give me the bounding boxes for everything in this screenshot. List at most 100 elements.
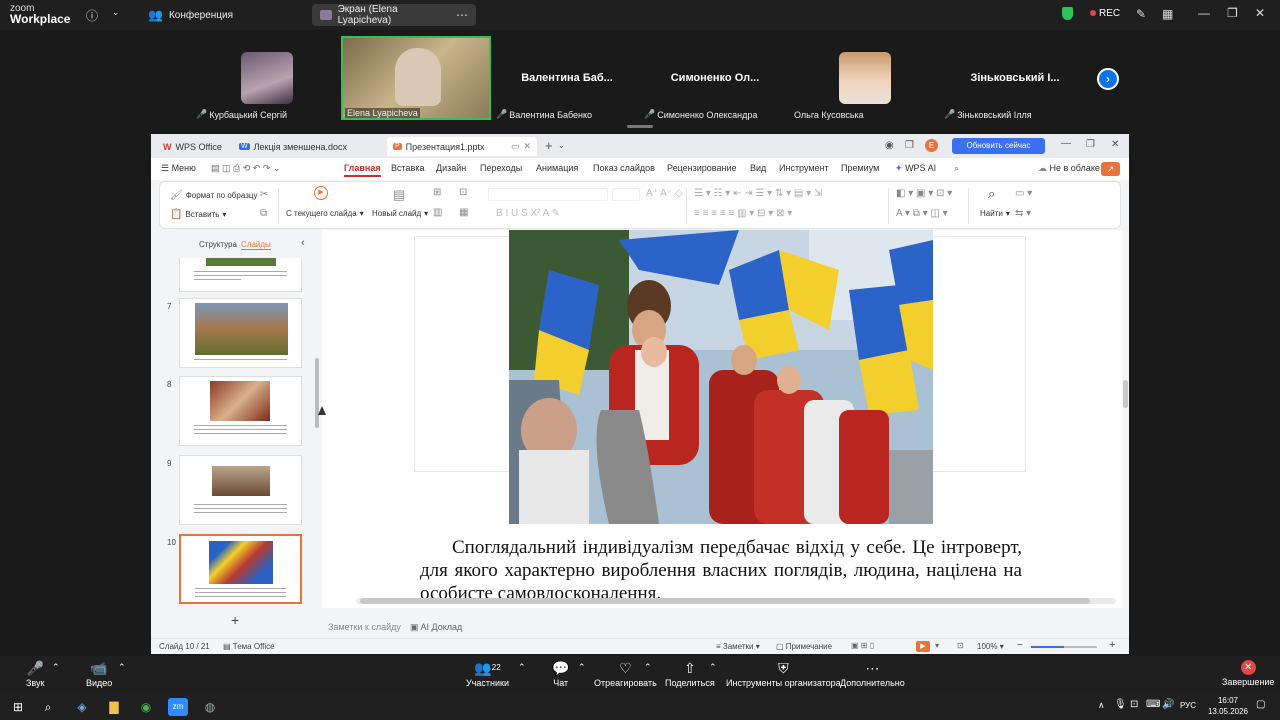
- menu-wps-ai[interactable]: ✦ WPS AI: [895, 163, 936, 174]
- host-tools-button[interactable]: ⛨ Инструменты организатора: [726, 660, 841, 688]
- notifications-icon[interactable]: ▢: [1256, 699, 1265, 710]
- view-icon[interactable]: ▦: [1162, 7, 1173, 21]
- tab-slides[interactable]: Слайды: [241, 240, 271, 250]
- video-button[interactable]: 📹 Видео: [86, 660, 112, 688]
- chrome-icon[interactable]: ◉: [136, 698, 156, 716]
- participants-button[interactable]: 👥22 Участники: [466, 660, 509, 688]
- shapes-icons[interactable]: ◧ ▾ ▣ ▾ ⊡ ▾: [896, 188, 952, 199]
- slide-thumbnail[interactable]: [179, 298, 302, 368]
- zoom-out-icon[interactable]: −: [1017, 640, 1023, 651]
- minimize-icon[interactable]: —: [1198, 6, 1210, 20]
- user-avatar[interactable]: E: [925, 139, 938, 152]
- menu-view[interactable]: Вид: [750, 163, 766, 173]
- tab-docx[interactable]: W Лекція зменшена.docx: [233, 137, 379, 156]
- zoom-level[interactable]: 100% ▾: [977, 642, 1004, 651]
- slide-photo[interactable]: [509, 230, 933, 524]
- text-format-icons[interactable]: B I U S X² A ✎: [496, 208, 560, 219]
- menu-animation[interactable]: Анимация: [536, 163, 578, 173]
- font-size-dropdown[interactable]: [612, 188, 640, 201]
- participants-options-icon[interactable]: ⌃: [518, 662, 526, 673]
- monitor-icon[interactable]: ▭: [511, 141, 520, 152]
- align-icons[interactable]: ≡ ≡ ≡ ≡ ≡ ▥ ▾ ⊟ ▾ ⊠ ▾: [694, 208, 792, 219]
- slide-thumbnail-selected[interactable]: [179, 534, 302, 604]
- mic-tray-icon[interactable]: 🎙: [1114, 699, 1127, 710]
- arrange-icon[interactable]: ▦: [459, 207, 468, 218]
- file-explorer-icon[interactable]: ▇: [104, 698, 124, 716]
- minimize-icon[interactable]: —: [1061, 138, 1071, 149]
- vertical-scrollbar[interactable]: [1122, 230, 1129, 608]
- tab-screen-share[interactable]: Экран (Elena Lyapicheva) ⋯: [312, 4, 476, 26]
- active-speaker-tile[interactable]: Elena Lyapicheva: [341, 36, 491, 120]
- slide-thumbnail[interactable]: [179, 376, 302, 446]
- tab-pptx[interactable]: P Презентация1.pptx ▭ ✕: [387, 137, 537, 156]
- share-button[interactable]: ⇧ Поделиться: [665, 660, 715, 688]
- panel-scrollbar[interactable]: [315, 358, 319, 428]
- menu-button[interactable]: ☰ Меню: [161, 163, 196, 174]
- slide-thumbnail[interactable]: [179, 455, 302, 525]
- theme-status[interactable]: ▤ Тема Office: [223, 642, 275, 651]
- section-icon[interactable]: ▥: [433, 207, 442, 218]
- list-icons[interactable]: ☰ ▾ ☷ ▾ ⇤ ⇥ ☰ ▾ ⇅ ▾ ▤ ▾ ⇲: [694, 188, 822, 199]
- select-icon[interactable]: ▭ ▾: [1015, 188, 1032, 199]
- chevron-down-icon[interactable]: ⌄: [558, 141, 565, 150]
- participant-tile[interactable]: Зіньковський І... 🎤 Зіньковський Ілля: [940, 36, 1090, 120]
- tray-overflow-icon[interactable]: ∧: [1098, 700, 1105, 711]
- layout-icon[interactable]: ⊞: [433, 187, 441, 198]
- language-indicator[interactable]: РУС: [1180, 701, 1196, 710]
- fit-icon[interactable]: ⊡: [957, 641, 964, 650]
- chat-options-icon[interactable]: ⌃: [578, 662, 586, 673]
- from-current-slide-button[interactable]: С текущего слайда ▾: [286, 209, 364, 218]
- menu-premium[interactable]: Премиум: [841, 163, 879, 173]
- restore-icon[interactable]: ❐: [1227, 6, 1238, 20]
- view-mode-icons[interactable]: ▣ ⊞ ▯: [851, 641, 874, 650]
- tray-icon[interactable]: ⊡: [1130, 699, 1138, 710]
- format-painter-button[interactable]: 🖌 Формат по образцу: [170, 190, 257, 201]
- rec-label[interactable]: REC: [1099, 8, 1120, 19]
- ai-report-button[interactable]: ▣ AI Доклад: [410, 622, 462, 633]
- close-tab-icon[interactable]: ✕: [523, 141, 531, 152]
- audio-button[interactable]: 🎤 Звук: [26, 660, 44, 688]
- info-icon[interactable]: ⓘ: [86, 7, 98, 24]
- participant-tile[interactable]: Валентина Баб... 🎤 Валентина Бабенко: [492, 36, 642, 120]
- collapse-panel-icon[interactable]: ‹: [301, 237, 305, 249]
- menu-slideshow[interactable]: Показ слайдов: [593, 163, 655, 173]
- chat-button[interactable]: 💬 Чат: [552, 660, 569, 688]
- close-icon[interactable]: ✕: [1111, 139, 1119, 150]
- share-options-icon[interactable]: ⌃: [709, 662, 717, 673]
- clock-date[interactable]: 13.05.2026: [1200, 707, 1256, 716]
- menu-transitions[interactable]: Переходы: [480, 163, 522, 173]
- menu-design[interactable]: Дизайн: [436, 163, 466, 173]
- comment-toggle[interactable]: ▢ Примечание: [776, 642, 832, 651]
- copilot-icon[interactable]: ◉: [885, 140, 894, 151]
- find-button[interactable]: Найти ▾: [980, 209, 1010, 218]
- new-slide-button[interactable]: Новый слайд ▾: [372, 209, 428, 218]
- slide-thumbnail[interactable]: [179, 258, 302, 292]
- notes-placeholder[interactable]: Заметки к слайду: [328, 622, 401, 632]
- menu-tools[interactable]: Инструмент: [779, 163, 829, 173]
- add-slide-icon[interactable]: +: [231, 612, 239, 628]
- paste-button[interactable]: 📋 Вставить ▾: [170, 209, 226, 220]
- play-slideshow-icon[interactable]: ▶: [916, 641, 930, 652]
- window-icon[interactable]: ❐: [905, 140, 914, 151]
- participant-tile[interactable]: Симоненко Ол... 🎤 Симоненко Олександра: [640, 36, 790, 120]
- copy-icon[interactable]: ⧉: [260, 208, 267, 219]
- chevron-down-icon[interactable]: ⌄: [112, 7, 120, 18]
- volume-icon[interactable]: 🔊: [1162, 699, 1174, 710]
- tab-wps-office[interactable]: W WPS Office: [157, 137, 228, 156]
- menu-home[interactable]: Главная: [344, 163, 381, 177]
- annotate-icon[interactable]: ✎: [1136, 7, 1146, 21]
- more-button[interactable]: ⋯ Дополнительно: [840, 660, 905, 688]
- search-icon[interactable]: ⌕: [954, 163, 959, 174]
- update-now-button[interactable]: Обновить сейчас: [952, 138, 1045, 154]
- quick-access-icons[interactable]: ▤ ◫ ⎙ ⟲ ↶ ↷ ⌄: [211, 163, 280, 174]
- reset-icon[interactable]: ⊡: [459, 187, 467, 198]
- close-icon[interactable]: ✕: [1255, 6, 1265, 20]
- textbox-icons[interactable]: A ▾ ⧉ ▾ ◫ ▾: [896, 208, 948, 219]
- notes-toggle[interactable]: ≡ Заметки ▾: [716, 642, 760, 651]
- font-grow-icon[interactable]: A⁺ A⁻ ◇: [646, 188, 683, 199]
- horizontal-scrollbar[interactable]: [356, 598, 1116, 604]
- video-options-icon[interactable]: ⌃: [118, 662, 126, 673]
- participant-tile[interactable]: Ольга Кусовська: [790, 36, 940, 120]
- search-icon[interactable]: ⌕: [38, 698, 58, 716]
- new-tab-icon[interactable]: +: [545, 138, 553, 153]
